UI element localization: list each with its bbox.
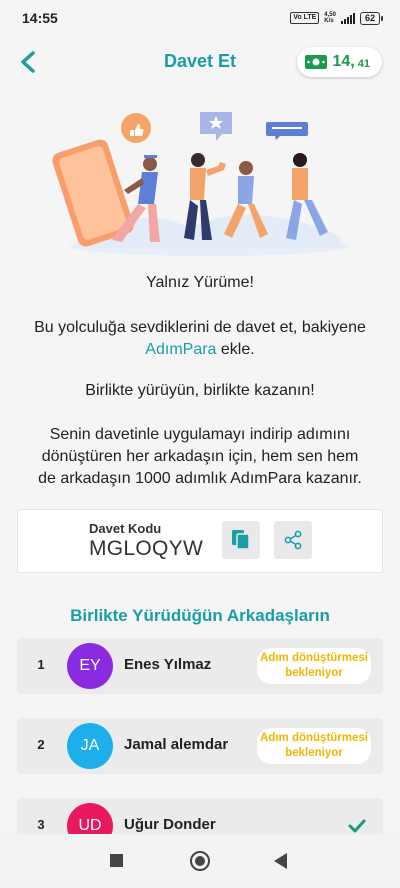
system-back-button[interactable]: [274, 853, 287, 869]
brand-name: AdımPara: [145, 341, 217, 358]
status-bar: 14:55 Vo LTE 4,50 K/s 62: [0, 0, 400, 36]
check-icon: [348, 819, 366, 833]
avatar: EY: [67, 643, 113, 689]
balance-integer: 14,: [332, 53, 355, 70]
reward-line-3: de arkadaşın 1000 adımlık AdımPara kazan…: [38, 470, 362, 487]
reward-line-1: Senin davetinle uygulamayı indirip adımı…: [49, 426, 351, 443]
status-badge: Adım dönüştürmesi bekleniyor: [257, 728, 371, 764]
friend-name: Enes Yılmaz: [124, 656, 212, 673]
friend-name: Jamal alemdar: [124, 736, 229, 753]
invite-code-label: Davet Kodu: [89, 521, 162, 536]
copy-code-button[interactable]: [222, 521, 260, 559]
reward-line-2: dönüştüren her arkadaşın için, hem sen h…: [41, 448, 359, 465]
friends-title: Birlikte Yürüdüğün Arkadaşların: [70, 606, 330, 625]
friend-rank: 2: [37, 737, 45, 752]
signal-icon: [340, 12, 355, 24]
balance-decimal: 41: [357, 58, 370, 70]
walking-friends-illustration: [52, 112, 350, 256]
share-icon: [284, 530, 302, 550]
status-badge: Adım dönüştürmesi bekleniyor: [257, 648, 371, 684]
friend-row[interactable]: 2 JA Jamal alemdar Adım dönüştürmesi bek…: [17, 718, 383, 774]
network-speed-unit: K/s: [324, 18, 334, 24]
status-icons: Vo LTE 4,50 K/s 62: [290, 11, 384, 25]
invite-suffix: ekle.: [216, 341, 255, 358]
tagline: Yalnız Yürüme!: [146, 274, 254, 291]
balance-badge[interactable]: 14, 41: [296, 47, 382, 77]
system-nav-bar: [0, 834, 400, 888]
friend-row[interactable]: 1 EY Enes Yılmaz Adım dönüştürmesi bekle…: [17, 638, 383, 694]
status-time: 14:55: [22, 10, 58, 26]
together-text: Birlikte yürüyün, birlikte kazanın!: [85, 382, 315, 399]
friend-rank: 3: [37, 817, 45, 832]
invite-code-value: MGLOQYW: [89, 537, 204, 560]
recents-button[interactable]: [110, 854, 123, 867]
friend-name: Uğur Donder: [124, 816, 216, 833]
copy-icon: [232, 530, 250, 550]
home-button[interactable]: [190, 851, 210, 871]
friend-rank: 1: [37, 657, 45, 672]
network-speed: 4,50 K/s: [324, 12, 336, 24]
avatar: JA: [67, 723, 113, 769]
invite-prefix: Bu yolculuğa sevdiklerini de davet et, b…: [34, 319, 366, 336]
share-code-button[interactable]: [274, 521, 312, 559]
battery-icon: 62: [359, 11, 384, 25]
invite-code-card: Davet Kodu MGLOQYW: [17, 509, 383, 573]
invite-description: Bu yolculuğa sevdiklerini de davet et, b…: [0, 317, 400, 361]
app-header: Davet Et 14, 41: [0, 40, 400, 84]
reward-description: Senin davetinle uygulamayı indirip adımı…: [0, 424, 400, 490]
volte-icon: Vo LTE: [290, 12, 320, 24]
money-icon: [304, 55, 327, 69]
